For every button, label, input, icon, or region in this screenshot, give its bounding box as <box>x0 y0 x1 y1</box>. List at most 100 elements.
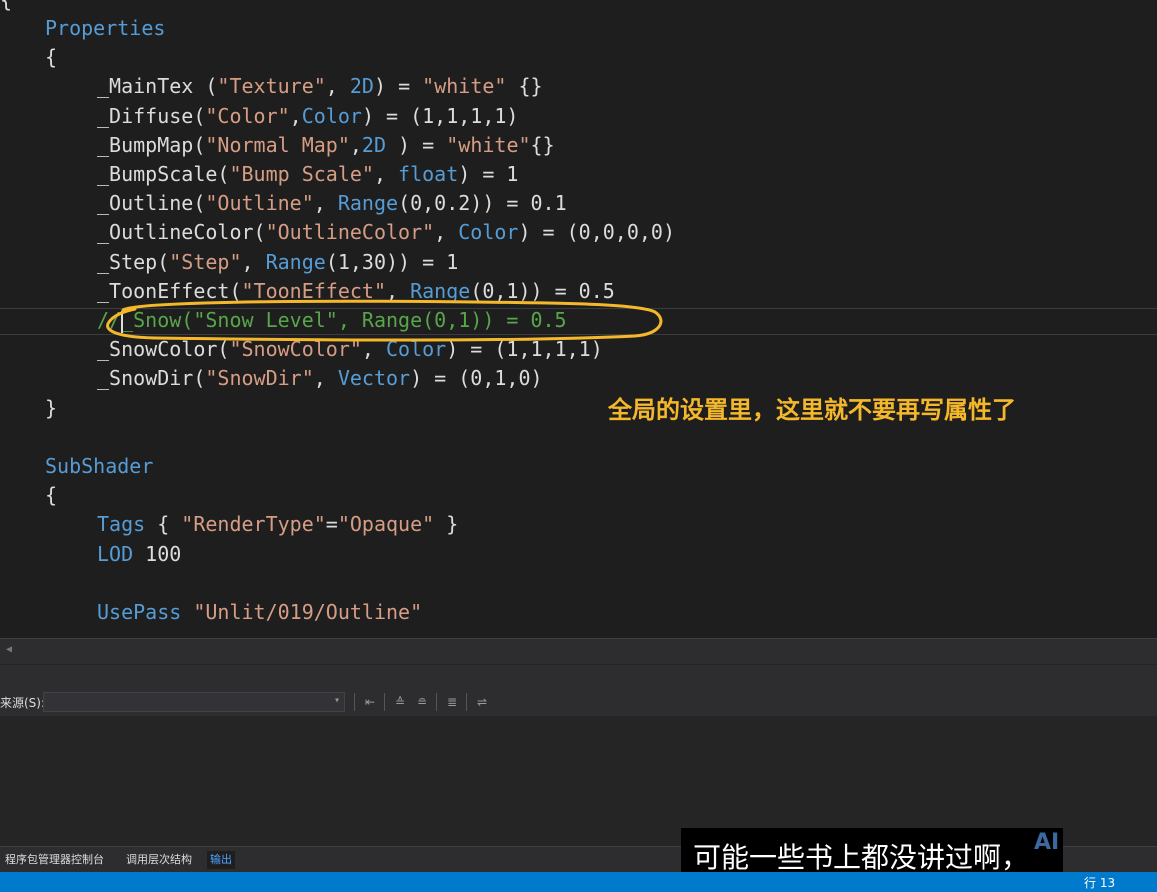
toolbar-separator <box>354 693 355 711</box>
find-message-icon[interactable]: ⇤ <box>362 694 378 710</box>
top-fragment: { <box>0 0 13 12</box>
line-position: 行 13 <box>1084 876 1116 890</box>
code-line: SubShader <box>45 452 153 481</box>
code-line: UsePass "Unlit/019/Outline" <box>97 598 422 627</box>
output-toolbar: 来源(S): ▾ ⇤ ≙ ≘ ≣ ⇌ <box>0 690 1157 716</box>
code-token: { <box>45 483 58 508</box>
code-token: Range <box>265 249 326 274</box>
output-pane[interactable] <box>0 716 1157 846</box>
code-token: "Opaque" <box>337 512 435 537</box>
code-line: _BumpScale("Bump Scale", float) = 1 <box>97 160 518 189</box>
code-token: _Outline( <box>97 191 206 216</box>
code-token: //_Snow("Snow Level", Range(0,1)) = 0.5 <box>97 308 567 332</box>
code-line: _Outline("Outline", Range(0,0.2)) = 0.1 <box>97 189 567 218</box>
code-line: LOD 100 <box>97 540 181 569</box>
code-token: "Unlit/019/Outline" <box>193 600 423 624</box>
code-token: "ToonEffect" <box>241 278 387 303</box>
code-line: { <box>45 481 57 510</box>
tab-output[interactable]: 输出 <box>207 851 235 869</box>
code-line: _Step("Step", Range(1,30)) = 1 <box>97 248 458 277</box>
code-token: (0,1)) = 0.5 <box>470 278 615 303</box>
scroll-left-icon[interactable]: ◀ <box>6 644 12 655</box>
code-token: "SnowDir" <box>205 366 314 391</box>
code-token: "white" <box>422 74 507 99</box>
code-token: Range <box>410 278 471 303</box>
code-token: (0,0.2)) = 0.1 <box>398 191 567 216</box>
code-token: , <box>313 366 338 391</box>
tab-package-manager-console[interactable]: 程序包管理器控制台 <box>2 851 107 869</box>
code-token: "white" <box>446 132 531 157</box>
code-token: _Step( <box>97 249 170 274</box>
code-token: , <box>289 103 302 128</box>
code-line: Tags { "RenderType"="Opaque" } <box>97 510 458 539</box>
code-token: , <box>361 337 386 362</box>
code-token: {} <box>530 132 555 157</box>
code-token: , <box>325 74 350 99</box>
code-token: "Color" <box>205 103 290 128</box>
code-line: _MainTex ("Texture", 2D) = "white" {} <box>97 72 543 101</box>
source-label: 来源(S): <box>0 696 46 710</box>
code-line: { <box>45 43 57 72</box>
code-token: Color <box>301 103 362 128</box>
next-message-icon[interactable]: ≘ <box>414 694 430 710</box>
code-line: _SnowColor("SnowColor", Color) = (1,1,1,… <box>97 335 603 364</box>
code-token: , <box>313 191 338 216</box>
code-token: ) = (1,1,1,1) <box>446 337 603 362</box>
code-token: _Diffuse( <box>97 103 206 128</box>
code-token: SubShader <box>45 454 154 478</box>
code-line: _Diffuse("Color",Color) = (1,1,1,1) <box>97 102 518 131</box>
code-token: (1,30)) = 1 <box>325 249 459 274</box>
code-token: ) = <box>386 132 447 157</box>
code-token: } <box>45 395 58 420</box>
code-token: "Bump Scale" <box>229 162 374 186</box>
code-token: Range <box>337 191 399 216</box>
code-token: _SnowColor( <box>97 337 230 362</box>
code-token: ) = 1 <box>458 162 519 186</box>
toolbar-separator <box>436 693 437 711</box>
code-token: "OutlineColor" <box>265 220 435 245</box>
code-token: , <box>434 220 459 245</box>
horizontal-scrollbar[interactable]: ◀ <box>0 638 1157 665</box>
code-line: _ToonEffect("ToonEffect", Range(0,1)) = … <box>97 277 615 306</box>
code-token: Color <box>458 220 519 245</box>
watermark-logo: AI <box>1034 830 1060 855</box>
tab-call-hierarchy[interactable]: 调用层次结构 <box>123 851 195 869</box>
code-line: _BumpMap("Normal Map",2D ) = "white"{} <box>97 131 555 160</box>
code-token: , <box>373 162 399 186</box>
toolbar-separator <box>466 693 467 711</box>
code-token: Tags <box>97 512 146 537</box>
code-token: } <box>434 512 459 537</box>
code-token: , <box>241 249 266 274</box>
clear-all-icon[interactable]: ≣ <box>444 694 460 710</box>
code-token: ) = <box>373 74 423 99</box>
code-token: _BumpMap( <box>97 132 206 157</box>
code-token: Vector <box>337 366 411 391</box>
code-token: LOD <box>97 541 134 566</box>
source-select[interactable]: ▾ <box>43 692 345 712</box>
toolbar-separator <box>384 693 385 711</box>
code-token: _MainTex ( <box>97 74 218 99</box>
code-token: Color <box>386 337 447 362</box>
code-token: "Step" <box>169 249 242 274</box>
code-token: "Texture" <box>217 74 326 99</box>
code-line: _SnowDir("SnowDir", Vector) = (0,1,0) <box>97 364 543 393</box>
word-wrap-icon[interactable]: ⇌ <box>474 694 490 710</box>
code-token: ) = (0,0,0,0) <box>518 220 676 245</box>
prev-message-icon[interactable]: ≙ <box>392 694 408 710</box>
code-token: _OutlineColor( <box>97 220 266 245</box>
code-token: 2D <box>349 74 374 99</box>
code-editor[interactable]: { Properties{_MainTex ("Texture", 2D) = … <box>0 0 1157 638</box>
code-line: } <box>45 394 57 423</box>
code-token: 100 <box>133 541 182 566</box>
text-caret <box>121 311 123 333</box>
subtitle-text: 可能一些书上都没讲过啊， <box>693 841 1030 874</box>
code-line: Properties <box>45 14 165 43</box>
code-token: , <box>349 132 362 157</box>
annotation-text: 全局的设置里，这里就不要再写属性了 <box>608 396 1016 424</box>
code-token: "Outline" <box>205 191 314 216</box>
code-token: , <box>386 278 411 303</box>
code-token: "SnowColor" <box>229 337 362 362</box>
code-token: { <box>145 512 182 537</box>
code-token: _ToonEffect( <box>97 278 242 303</box>
